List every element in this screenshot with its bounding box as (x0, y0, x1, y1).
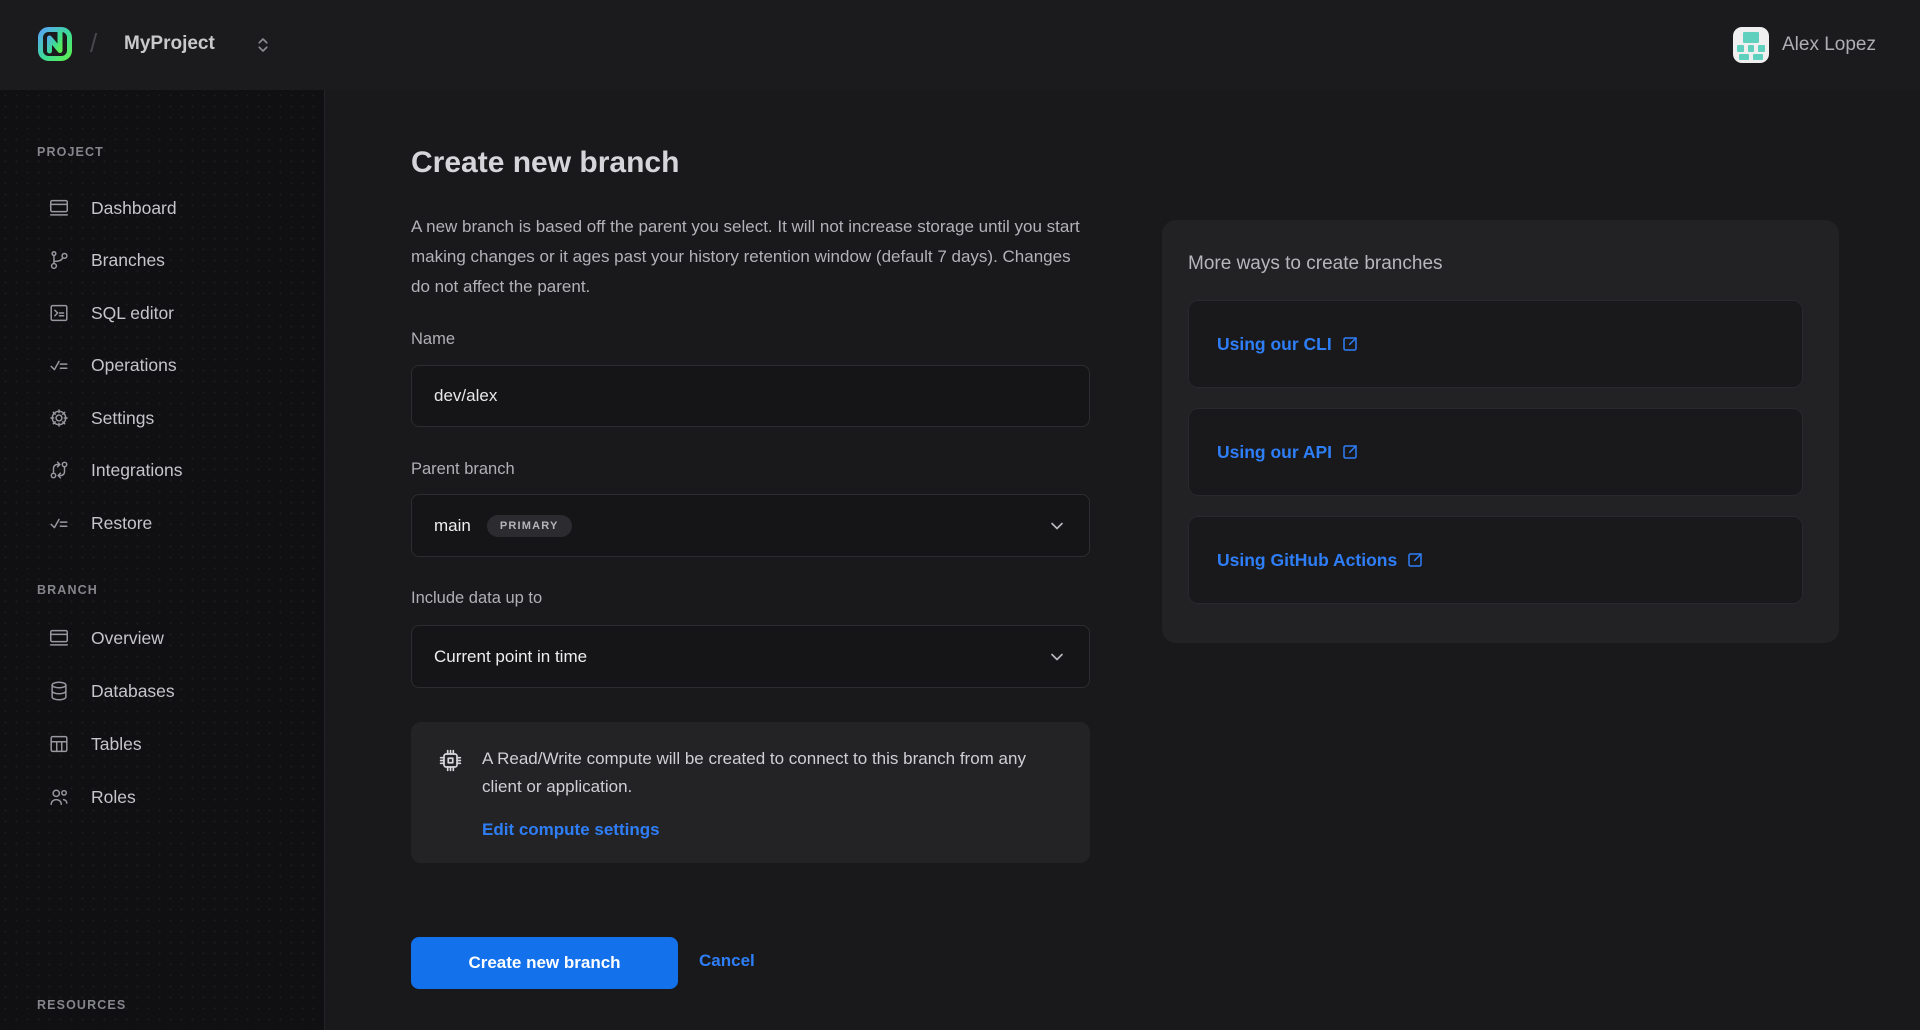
github-actions-link-label: Using GitHub Actions (1217, 550, 1397, 571)
cpu-chip-icon (437, 747, 464, 774)
include-data-label: Include data up to (411, 589, 542, 608)
parent-branch-select[interactable]: main PRIMARY (411, 494, 1090, 557)
more-ways-panel: More ways to create branches Using our C… (1162, 220, 1839, 643)
check-list-icon (48, 354, 70, 376)
cancel-link[interactable]: Cancel (699, 951, 755, 971)
sidebar-item-sql-editor[interactable]: SQL editor (0, 293, 324, 333)
terminal-icon (48, 302, 70, 324)
sidebar-item-label: Branches (91, 250, 165, 271)
sidebar-item-label: Restore (91, 513, 152, 534)
name-label: Name (411, 330, 455, 349)
parent-branch-value: main (434, 516, 471, 536)
sidebar-item-label: Roles (91, 787, 136, 808)
neon-logo-icon[interactable] (36, 25, 74, 63)
sidebar-item-restore[interactable]: Restore (0, 503, 324, 543)
git-branch-icon (48, 249, 70, 271)
sidebar-item-integrations[interactable]: Integrations (0, 450, 324, 490)
external-link-icon (1341, 443, 1359, 461)
sidebar-item-label: Integrations (91, 460, 182, 481)
user-menu[interactable]: Alex Lopez (1733, 27, 1876, 63)
main-content: Create new branch A new branch is based … (325, 90, 1920, 1030)
sidebar-section-project: PROJECT (37, 145, 104, 159)
include-data-value: Current point in time (434, 647, 587, 667)
sidebar-item-dashboard[interactable]: Dashboard (0, 188, 324, 228)
chevron-down-icon (1047, 647, 1067, 667)
sidebar-section-resources: RESOURCES (37, 998, 126, 1012)
compute-note-text: A Read/Write compute will be created to … (482, 745, 1057, 801)
sidebar-item-label: Databases (91, 681, 175, 702)
window-icon (48, 627, 70, 649)
sidebar-item-databases[interactable]: Databases (0, 671, 324, 711)
avatar (1733, 27, 1769, 63)
api-link-label: Using our API (1217, 442, 1332, 463)
primary-badge: PRIMARY (487, 515, 572, 537)
database-icon (48, 680, 70, 702)
more-ways-title: More ways to create branches (1188, 253, 1803, 275)
sidebar-section-branch: BRANCH (37, 583, 98, 597)
cli-link[interactable]: Using our CLI (1217, 334, 1359, 355)
sidebar-item-label: Settings (91, 408, 154, 429)
window-icon (48, 197, 70, 219)
api-link[interactable]: Using our API (1217, 442, 1359, 463)
integration-arrows-icon (48, 459, 70, 481)
compute-note: A Read/Write compute will be created to … (411, 722, 1090, 863)
external-link-icon (1341, 335, 1359, 353)
sidebar: PROJECT Dashboard Branches SQL editor Op… (0, 90, 325, 1030)
cli-link-label: Using our CLI (1217, 334, 1332, 355)
branch-name-input[interactable] (411, 365, 1090, 427)
users-icon (48, 786, 70, 808)
sidebar-item-label: Dashboard (91, 198, 177, 219)
page-description: A new branch is based off the parent you… (411, 212, 1083, 302)
github-actions-card[interactable]: Using GitHub Actions (1188, 516, 1803, 604)
check-list-icon (48, 512, 70, 534)
page-title: Create new branch (411, 146, 679, 180)
sidebar-item-overview[interactable]: Overview (0, 618, 324, 658)
chevrons-up-down-icon[interactable] (254, 36, 272, 54)
gear-icon (48, 407, 70, 429)
breadcrumb-slash: / (90, 28, 97, 59)
parent-branch-label: Parent branch (411, 460, 515, 479)
edit-compute-settings-link[interactable]: Edit compute settings (482, 820, 660, 840)
create-branch-button[interactable]: Create new branch (411, 937, 678, 989)
top-bar: / MyProject Alex Lopez (0, 0, 1920, 90)
breadcrumb-project-name[interactable]: MyProject (124, 33, 215, 55)
sidebar-item-label: Tables (91, 734, 142, 755)
sidebar-item-roles[interactable]: Roles (0, 777, 324, 817)
github-actions-link[interactable]: Using GitHub Actions (1217, 550, 1424, 571)
include-data-select[interactable]: Current point in time (411, 625, 1090, 688)
table-icon (48, 733, 70, 755)
sidebar-item-label: SQL editor (91, 303, 174, 324)
sidebar-item-tables[interactable]: Tables (0, 724, 324, 764)
user-name: Alex Lopez (1782, 34, 1876, 56)
sidebar-item-label: Overview (91, 628, 164, 649)
sidebar-item-operations[interactable]: Operations (0, 345, 324, 385)
sidebar-item-branches[interactable]: Branches (0, 240, 324, 280)
api-card[interactable]: Using our API (1188, 408, 1803, 496)
external-link-icon (1406, 551, 1424, 569)
sidebar-item-label: Operations (91, 355, 177, 376)
chevron-down-icon (1047, 516, 1067, 536)
cli-card[interactable]: Using our CLI (1188, 300, 1803, 388)
sidebar-item-settings[interactable]: Settings (0, 398, 324, 438)
